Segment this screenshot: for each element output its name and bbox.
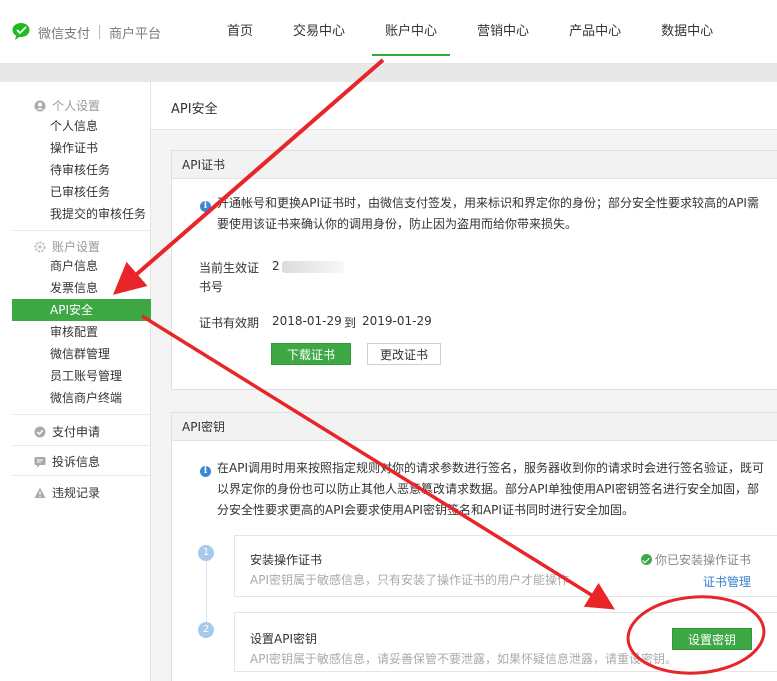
sidebar-item-review-config[interactable]: 审核配置	[12, 321, 151, 343]
api-cert-info-line2: 要使用该证书来确认你的调用身份，防止因为盗用而给你带来损失。	[217, 217, 578, 231]
main-content: API安全 API证书 i 开通帐号和更换API证书时，由微信支付签发，用来标识和…	[151, 82, 777, 681]
api-key-info: i 在API调用时用来按照指定规则对你的请求参数进行签名，服务器收到你的请求时会进…	[200, 458, 770, 479]
check-circle-icon	[34, 426, 46, 438]
chat-bubble-icon	[34, 456, 46, 468]
sidebar-item-my-submitted[interactable]: 我提交的审核任务	[12, 203, 151, 225]
current-cert-number: 2	[272, 259, 280, 273]
api-key-info-line3: 分安全性要求更高的API会要求使用API密钥签名和API证书同时进行安全加固。	[217, 503, 634, 517]
brand-subtitle: 商户平台	[109, 26, 162, 42]
sidebar-item-pending-review[interactable]: 待审核任务	[12, 159, 151, 181]
sidebar-group-label: 账户设置	[52, 240, 101, 254]
sidebar-item-operation-cert[interactable]: 操作证书	[12, 137, 151, 159]
nav-account-center[interactable]: 账户中心	[372, 0, 451, 64]
sidebar-item-invoice-info[interactable]: 发票信息	[12, 277, 151, 299]
api-key-panel: API密钥 i 在API调用时用来按照指定规则对你的请求参数进行签名，服务器收到你…	[171, 412, 777, 681]
brand[interactable]: 微信支付 商户平台	[12, 22, 161, 42]
top-bar: 微信支付 商户平台 首页 交易中心 账户中心 营销中心 产品中心 数据中心	[0, 0, 777, 64]
api-cert-panel-title: API证书	[172, 151, 777, 179]
api-key-info-line1: 在API调用时用来按照指定规则对你的请求参数进行签名，服务器收到你的请求时会进行…	[217, 461, 764, 475]
sidebar-link-label: 支付申请	[52, 425, 101, 439]
sidebar-link-label: 投诉信息	[52, 455, 101, 469]
api-cert-info-line1: 开通帐号和更换API证书时，由微信支付签发，用来标识和界定你的身份；部分安全性要…	[217, 196, 759, 210]
sidebar-group-account: 账户设置	[12, 238, 100, 255]
info-icon: i	[200, 201, 211, 212]
step-desc: API密钥属于敏感信息，请妥善保管不要泄露，如果怀疑信息泄露，请重设密钥。	[250, 652, 677, 666]
nav-product-center[interactable]: 产品中心	[556, 0, 634, 64]
validity-start: 2018-01-29	[272, 314, 342, 328]
api-cert-panel: API证书 i 开通帐号和更换API证书时，由微信支付签发，用来标识和界定你的身份…	[171, 150, 777, 390]
nav-marketing-center[interactable]: 营销中心	[464, 0, 542, 64]
step-title: 设置API密钥	[250, 632, 317, 646]
page-title: API安全	[171, 102, 218, 117]
cert-installed-status: 你已安装操作证书	[641, 551, 751, 568]
download-cert-button[interactable]: 下载证书	[271, 343, 351, 365]
sidebar-item-api-security[interactable]: API安全	[12, 299, 151, 321]
api-key-panel-title: API密钥	[172, 413, 777, 441]
sidebar-item-merchant-terminal[interactable]: 微信商户终端	[12, 387, 151, 409]
sidebar-link-complaints[interactable]: 投诉信息	[12, 453, 100, 470]
sidebar-item-personal-info[interactable]: 个人信息	[12, 115, 151, 137]
wechat-pay-logo-icon	[12, 22, 34, 42]
page-header: API安全	[151, 82, 777, 130]
sidebar-divider	[12, 475, 151, 476]
current-cert-label-cont: 书号	[199, 280, 224, 294]
sidebar-link-violations[interactable]: 违规记录	[12, 484, 100, 501]
sidebar-divider	[12, 414, 151, 415]
step-desc: API密钥属于敏感信息，只有安装了操作证书的用户才能操作	[250, 573, 569, 587]
current-cert-label: 当前生效证	[199, 261, 260, 275]
step-title: 安装操作证书	[250, 553, 323, 567]
sidebar-link-payment-apply[interactable]: 支付申请	[12, 423, 100, 440]
redacted-cert-number	[282, 261, 344, 273]
cert-management-link[interactable]: 证书管理	[703, 573, 751, 590]
set-key-button[interactable]: 设置密钥	[672, 628, 752, 650]
sidebar-item-merchant-info[interactable]: 商户信息	[12, 255, 151, 277]
sidebar-item-reviewed[interactable]: 已审核任务	[12, 181, 151, 203]
nav-data-center[interactable]: 数据中心	[648, 0, 726, 64]
top-nav: 首页 交易中心 账户中心 营销中心 产品中心 数据中心	[214, 0, 740, 64]
step-number-1: 1	[198, 545, 214, 561]
sidebar-group-personal: 个人设置	[12, 97, 100, 114]
brand-name: 微信支付	[38, 26, 91, 42]
change-cert-button[interactable]: 更改证书	[367, 343, 441, 365]
sidebar-divider	[12, 230, 151, 231]
nav-home[interactable]: 首页	[214, 0, 266, 64]
info-icon: i	[200, 466, 211, 477]
user-circle-icon	[34, 100, 46, 112]
step-number-2: 2	[198, 622, 214, 638]
nav-trade-center[interactable]: 交易中心	[280, 0, 358, 64]
sidebar-link-label: 违规记录	[52, 486, 101, 500]
sidebar-item-staff-accounts[interactable]: 员工账号管理	[12, 365, 151, 387]
gear-icon	[34, 241, 46, 253]
sidebar-divider	[12, 445, 151, 446]
api-key-info-line2: 以界定你的身份也可以防止其他人恶意篡改请求数据。部分API单独使用API密钥签名…	[217, 482, 759, 496]
api-cert-info: i 开通帐号和更换API证书时，由微信支付签发，用来标识和界定你的身份；部分安全性…	[200, 193, 770, 214]
brand-divider	[99, 25, 101, 39]
check-circle-icon	[641, 554, 652, 565]
validity-to: 到	[344, 316, 357, 330]
validity-label: 证书有效期	[199, 316, 260, 330]
sidebar-item-wechat-group[interactable]: 微信群管理	[12, 343, 151, 365]
step-install-cert: 安装操作证书 API密钥属于敏感信息，只有安装了操作证书的用户才能操作 你已安装…	[234, 535, 777, 597]
warning-triangle-icon	[34, 487, 46, 499]
step-set-api-key: 设置API密钥 API密钥属于敏感信息，请妥善保管不要泄露，如果怀疑信息泄露，请…	[234, 612, 777, 672]
sidebar: 个人设置 个人信息 操作证书 待审核任务 已审核任务 我提交的审核任务 账户设置…	[12, 82, 151, 681]
cert-installed-text: 你已安装操作证书	[655, 553, 752, 567]
header-strip	[0, 64, 777, 82]
validity-end: 2019-01-29	[362, 314, 432, 328]
sidebar-group-label: 个人设置	[52, 99, 101, 113]
